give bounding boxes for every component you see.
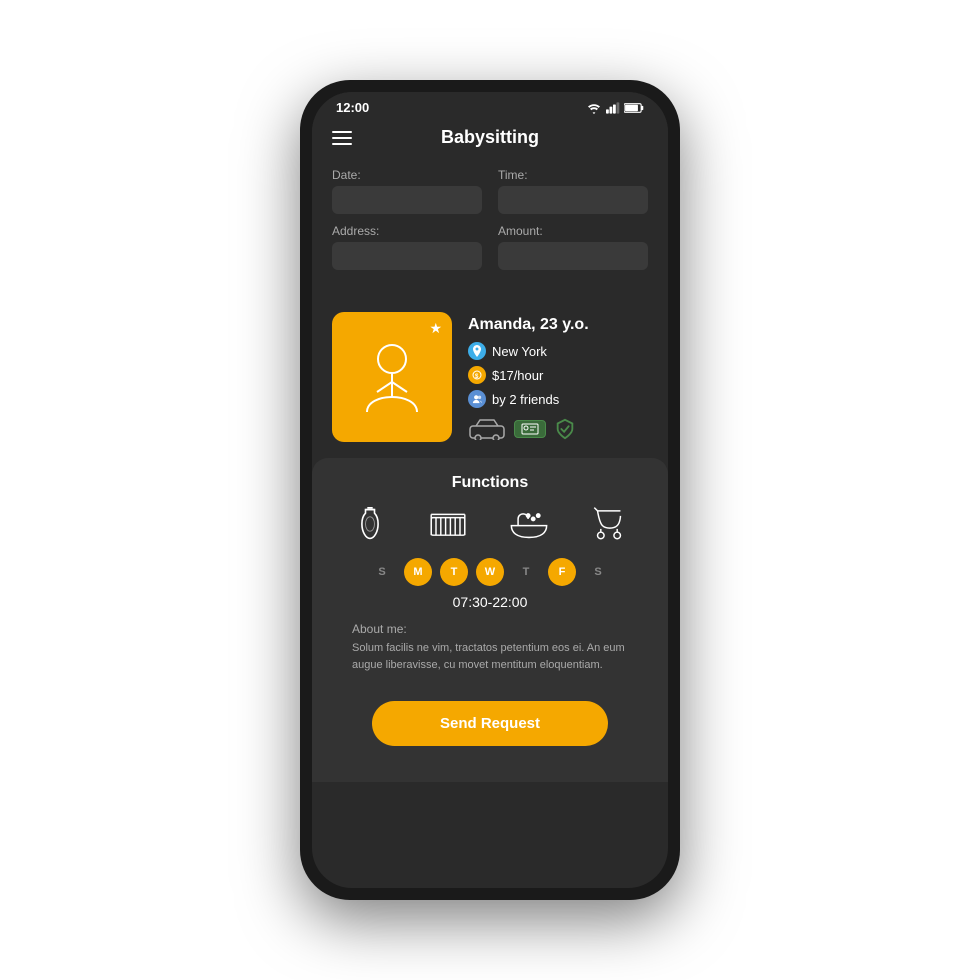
bottle-icon — [352, 506, 388, 542]
crib-icon — [428, 506, 468, 542]
days-row: SMTWTFS — [332, 558, 648, 586]
phone-screen: 12:00 — [312, 92, 668, 888]
friends-text: by 2 friends — [492, 392, 559, 407]
functions-section: Functions — [312, 458, 668, 782]
time-range: 07:30-22:00 — [332, 594, 648, 610]
day-circle-1[interactable]: M — [404, 558, 432, 586]
send-request-button[interactable]: Send Request — [372, 701, 608, 746]
avatar-card: ★ — [332, 312, 452, 442]
profile-section: ★ Amanda, 23 y.o. — [312, 296, 668, 458]
location-text: New York — [492, 344, 547, 359]
app-header: Babysitting — [312, 119, 668, 160]
about-section: About me: Solum facilis ne vim, tractato… — [332, 622, 648, 689]
time-field: Time: — [498, 168, 648, 214]
time-label: Time: — [498, 168, 648, 182]
send-button-section: Send Request — [332, 689, 648, 766]
shield-check-icon — [554, 418, 576, 440]
badges-row — [468, 418, 648, 440]
profile-friends: by 2 friends — [468, 390, 648, 408]
profile-rate: $ $17/hour — [468, 366, 648, 384]
status-bar: 12:00 — [312, 92, 668, 119]
car-icon — [468, 418, 506, 440]
time-input[interactable] — [498, 186, 648, 214]
profile-info: Amanda, 23 y.o. New York — [468, 312, 648, 440]
form-row-address-amount: Address: Amount: — [332, 224, 648, 270]
address-field: Address: — [332, 224, 482, 270]
day-circle-4[interactable]: T — [512, 558, 540, 586]
date-field: Date: — [332, 168, 482, 214]
date-input[interactable] — [332, 186, 482, 214]
header-title: Babysitting — [441, 127, 539, 148]
address-input[interactable] — [332, 242, 482, 270]
stroller-icon — [590, 506, 628, 542]
battery-icon — [624, 102, 644, 114]
star-icon: ★ — [429, 320, 442, 337]
profile-location: New York — [468, 342, 648, 360]
bath-icon — [508, 506, 550, 542]
date-label: Date: — [332, 168, 482, 182]
day-circle-0[interactable]: S — [368, 558, 396, 586]
phone-device: 12:00 — [300, 80, 680, 900]
address-label: Address: — [332, 224, 482, 238]
about-title: About me: — [352, 622, 628, 636]
avatar-person-icon — [357, 337, 427, 417]
day-circle-6[interactable]: S — [584, 558, 612, 586]
friends-icon — [468, 390, 486, 408]
amount-input[interactable] — [498, 242, 648, 270]
scroll-content: Date: Time: Address: Amount: — [312, 160, 668, 888]
signal-icon — [606, 102, 620, 114]
amount-label: Amount: — [498, 224, 648, 238]
profile-name: Amanda, 23 y.o. — [468, 316, 648, 334]
menu-button[interactable] — [332, 131, 352, 145]
day-circle-5[interactable]: F — [548, 558, 576, 586]
wifi-icon — [586, 102, 602, 114]
form-row-date-time: Date: Time: — [332, 168, 648, 214]
functions-icons — [332, 506, 648, 542]
functions-title: Functions — [332, 474, 648, 492]
status-time: 12:00 — [336, 100, 369, 115]
money-icon: $ — [468, 366, 486, 384]
day-circle-3[interactable]: W — [476, 558, 504, 586]
location-icon — [468, 342, 486, 360]
rate-text: $17/hour — [492, 368, 543, 383]
about-text: Solum facilis ne vim, tractatos petentiu… — [352, 640, 628, 673]
status-icons — [586, 102, 644, 114]
id-badge — [514, 420, 546, 438]
amount-field: Amount: — [498, 224, 648, 270]
form-section: Date: Time: Address: Amount: — [312, 160, 668, 296]
day-circle-2[interactable]: T — [440, 558, 468, 586]
